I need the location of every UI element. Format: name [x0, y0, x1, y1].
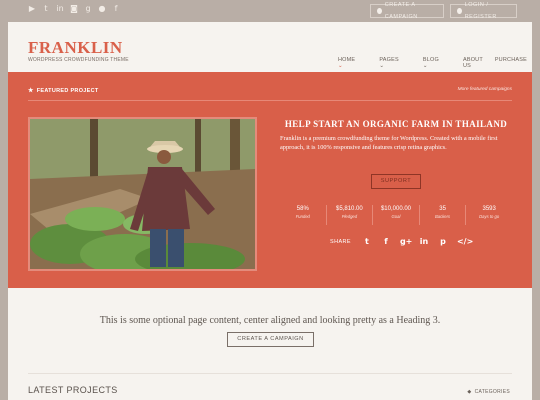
plus-icon — [377, 8, 382, 14]
twitter-icon[interactable]: t — [42, 5, 50, 13]
share-bar: SHARE t f g+ in p </> — [330, 237, 473, 246]
social-links: ▶ t in ◙ g ● f — [28, 5, 120, 13]
instagram-icon[interactable]: ◙ — [70, 5, 78, 13]
nav-item-about-us[interactable]: ABOUT US — [463, 57, 483, 69]
share-label: SHARE — [330, 238, 351, 245]
stat-backers: 35 Backers — [420, 205, 467, 225]
nav-item-pages[interactable]: PAGES ⌄ — [379, 57, 411, 69]
divider — [28, 100, 512, 101]
star-icon: ★ — [28, 88, 34, 94]
page-content-heading: This is some optional page content, cent… — [99, 315, 441, 326]
farmer-photo — [30, 119, 255, 269]
pinterest-icon[interactable]: p — [438, 237, 448, 246]
main-nav: HOME ⌄ PAGES ⌄ BLOG ⌄ ABOUT US PURCHASE — [338, 57, 539, 69]
campaign-description: Franklin is a premium crowdfunding theme… — [280, 135, 498, 151]
campaign-photo[interactable] — [28, 117, 257, 271]
stat-goal: $10,000.00 Goal — [373, 205, 420, 225]
campaign-stats: 58% Funded $5,810.00 Pledged $10,000.00 … — [280, 205, 512, 225]
linkedin-icon[interactable]: in — [56, 5, 64, 13]
nav-item-purchase[interactable]: PURCHASE — [495, 57, 527, 69]
user-icon — [457, 8, 462, 14]
top-bar: ▶ t in ◙ g ● f CREATE A CAMPAIGN LOGIN /… — [0, 0, 540, 22]
facebook-icon[interactable]: f — [112, 5, 120, 13]
divider — [28, 373, 512, 374]
featured-heading: ★ FEATURED PROJECT — [28, 87, 99, 95]
support-button[interactable]: SUPPORT — [371, 174, 421, 189]
linkedin-icon[interactable]: in — [419, 237, 429, 246]
page-sheet: FRANKLIN WORDPRESS CROWDFUNDING THEME HO… — [8, 22, 532, 400]
google-plus-icon[interactable]: g+ — [400, 237, 412, 246]
create-campaign-label: CREATE A CAMPAIGN — [384, 2, 418, 20]
youtube-icon[interactable]: ▶ — [28, 5, 36, 13]
facebook-icon[interactable]: f — [381, 237, 391, 246]
create-campaign-button[interactable]: CREATE A CAMPAIGN — [370, 2, 444, 20]
embed-icon[interactable]: </> — [457, 237, 473, 246]
login-register-button[interactable]: LOGIN / REGISTER — [450, 2, 517, 20]
flickr-icon[interactable]: ● — [98, 5, 106, 13]
login-label: LOGIN / REGISTER — [464, 2, 497, 20]
site-tagline: WORDPRESS CROWDFUNDING THEME — [28, 57, 129, 63]
google-plus-icon[interactable]: g — [84, 5, 92, 13]
campaign-title[interactable]: HELP START AN ORGANIC FARM IN THAILAND — [280, 119, 512, 129]
latest-projects-heading: LATEST PROJECTS — [28, 385, 118, 395]
featured-project-section: ★ FEATURED PROJECT More featured campaig… — [8, 72, 532, 288]
site-logo[interactable]: FRANKLIN — [28, 38, 123, 58]
nav-item-home[interactable]: HOME ⌄ — [338, 57, 367, 69]
content-create-campaign-button[interactable]: CREATE A CAMPAIGN — [227, 332, 314, 347]
twitter-icon[interactable]: t — [362, 237, 372, 246]
categories-button[interactable]: ◆ CATEGORIES — [467, 389, 510, 395]
tag-icon: ◆ — [467, 389, 472, 395]
nav-item-blog[interactable]: BLOG ⌄ — [423, 57, 451, 69]
stat-days-to-go: 3593 Days to go — [479, 206, 500, 219]
stat-funded: 58% Funded — [280, 205, 327, 225]
stat-pledged: $5,810.00 Pledged — [327, 205, 374, 225]
more-featured-link[interactable]: More featured campaigns — [458, 87, 512, 92]
